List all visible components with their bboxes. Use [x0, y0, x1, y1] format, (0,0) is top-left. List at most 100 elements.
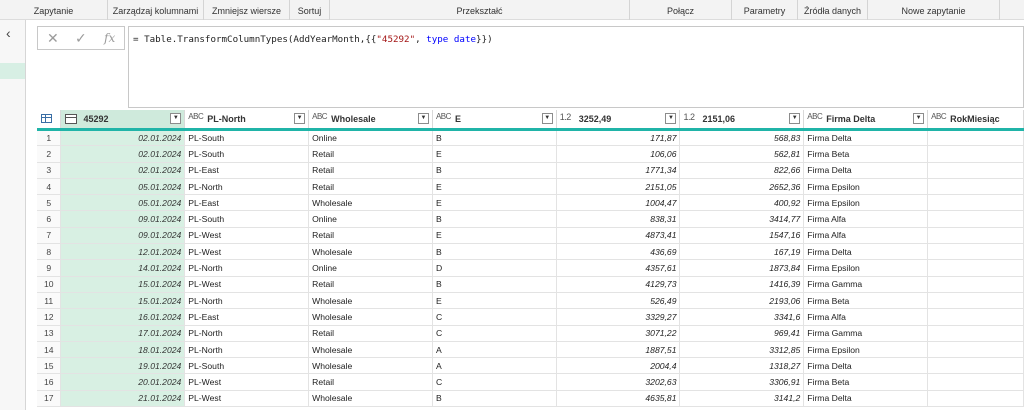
row-number[interactable]: 9: [37, 259, 62, 277]
cell-channel[interactable]: Online: [308, 129, 433, 147]
cell-value-a[interactable]: 4873,41: [556, 227, 681, 245]
cell-region[interactable]: PL-South: [184, 129, 310, 147]
cell-category[interactable]: C: [432, 325, 557, 342]
row-number[interactable]: 17: [37, 390, 62, 408]
text-type-icon[interactable]: ABC: [807, 112, 822, 121]
column-header-1[interactable]: ABC PL-North ▼: [184, 110, 310, 130]
cell-region[interactable]: PL-South: [184, 357, 310, 375]
column-header-0[interactable]: 45292 ▼: [60, 110, 186, 130]
cell-date[interactable]: 05.01.2024: [60, 194, 186, 212]
cell-value-a[interactable]: 3202,63: [556, 373, 681, 391]
fx-icon[interactable]: fx: [104, 30, 115, 46]
cell-year-month[interactable]: [927, 210, 1024, 228]
cell-category[interactable]: A: [432, 341, 557, 359]
cell-region[interactable]: PL-West: [184, 227, 310, 245]
cell-company[interactable]: Firma Epsilon: [803, 194, 929, 212]
cell-value-a[interactable]: 2004,4: [556, 357, 681, 375]
cell-date[interactable]: 12.01.2024: [60, 243, 186, 261]
x-icon[interactable]: ✕: [47, 30, 59, 46]
cell-year-month[interactable]: [927, 129, 1024, 147]
filter-dropdown-icon[interactable]: ▼: [294, 113, 306, 124]
cell-date[interactable]: 09.01.2024: [60, 227, 186, 245]
cell-value-a[interactable]: 106,06: [556, 145, 681, 163]
cell-company[interactable]: Firma Beta: [803, 145, 929, 163]
cell-value-b[interactable]: 969,41: [679, 325, 805, 342]
cell-date[interactable]: 17.01.2024: [60, 325, 186, 342]
cell-value-b[interactable]: 3306,91: [679, 373, 805, 391]
row-number[interactable]: 12: [37, 308, 62, 326]
selected-query-indicator[interactable]: [0, 63, 25, 79]
cell-category[interactable]: B: [432, 162, 557, 179]
cell-date[interactable]: 02.01.2024: [60, 129, 186, 147]
cell-category[interactable]: D: [432, 259, 557, 277]
cell-category[interactable]: E: [432, 145, 557, 163]
cell-region[interactable]: PL-South: [184, 210, 310, 228]
cell-channel[interactable]: Wholesale: [308, 308, 433, 326]
cell-category[interactable]: B: [432, 210, 557, 228]
row-number[interactable]: 13: [37, 325, 62, 342]
cell-category[interactable]: B: [432, 276, 557, 293]
cell-date[interactable]: 05.01.2024: [60, 178, 186, 196]
text-type-icon[interactable]: ABC: [312, 112, 327, 121]
row-number[interactable]: 2: [37, 145, 62, 163]
filter-dropdown-icon[interactable]: ▼: [541, 113, 553, 124]
cell-company[interactable]: Firma Beta: [803, 292, 929, 310]
cell-channel[interactable]: Online: [308, 259, 433, 277]
cell-value-a[interactable]: 1771,34: [556, 162, 681, 179]
cell-year-month[interactable]: [927, 178, 1024, 196]
cell-region[interactable]: PL-East: [184, 308, 310, 326]
cell-date[interactable]: 19.01.2024: [60, 357, 186, 375]
cell-value-b[interactable]: 3141,2: [679, 390, 805, 408]
cell-category[interactable]: C: [432, 308, 557, 326]
cell-value-b[interactable]: 568,83: [679, 129, 805, 147]
text-type-icon[interactable]: ABC: [188, 112, 203, 121]
cell-date[interactable]: 09.01.2024: [60, 210, 186, 228]
cell-year-month[interactable]: [927, 243, 1024, 261]
row-number[interactable]: 7: [37, 227, 62, 245]
cell-date[interactable]: 02.01.2024: [60, 162, 186, 179]
cell-company[interactable]: Firma Alfa: [803, 308, 929, 326]
cell-year-month[interactable]: [927, 390, 1024, 408]
cell-value-b[interactable]: 167,19: [679, 243, 805, 261]
cell-value-b[interactable]: 3414,77: [679, 210, 805, 228]
row-number[interactable]: 16: [37, 373, 62, 391]
cell-date[interactable]: 18.01.2024: [60, 341, 186, 359]
cell-channel[interactable]: Online: [308, 210, 433, 228]
cell-channel[interactable]: Wholesale: [308, 390, 433, 408]
column-header-7[interactable]: ABC RokMiesiąc: [927, 110, 1024, 130]
cell-value-a[interactable]: 838,31: [556, 210, 681, 228]
cell-channel[interactable]: Retail: [308, 373, 433, 391]
cell-date[interactable]: 16.01.2024: [60, 308, 186, 326]
cell-category[interactable]: E: [432, 292, 557, 310]
cell-value-b[interactable]: 1873,84: [679, 259, 805, 277]
formula-text[interactable]: = Table.TransformColumnTypes(AddYearMont…: [133, 34, 493, 45]
cell-region[interactable]: PL-West: [184, 243, 310, 261]
cell-date[interactable]: 15.01.2024: [60, 276, 186, 293]
cell-value-b[interactable]: 3312,85: [679, 341, 805, 359]
cell-year-month[interactable]: [927, 341, 1024, 359]
cell-company[interactable]: Firma Beta: [803, 373, 929, 391]
row-number[interactable]: 1: [37, 129, 62, 147]
row-number[interactable]: 6: [37, 210, 62, 228]
cell-year-month[interactable]: [927, 145, 1024, 163]
cell-channel[interactable]: Retail: [308, 325, 433, 342]
cell-year-month[interactable]: [927, 373, 1024, 391]
row-number[interactable]: 3: [37, 162, 62, 179]
text-type-icon[interactable]: ABC: [931, 112, 946, 121]
checkmark-icon[interactable]: ✓: [75, 30, 87, 46]
cell-value-a[interactable]: 4129,73: [556, 276, 681, 293]
cell-company[interactable]: Firma Gamma: [803, 325, 929, 342]
cell-channel[interactable]: Retail: [308, 178, 433, 196]
cell-value-b[interactable]: 1416,39: [679, 276, 805, 293]
cell-year-month[interactable]: [927, 259, 1024, 277]
cell-channel[interactable]: Retail: [308, 227, 433, 245]
cell-region[interactable]: PL-North: [184, 259, 310, 277]
cell-category[interactable]: E: [432, 194, 557, 212]
cell-region[interactable]: PL-South: [184, 145, 310, 163]
cell-category[interactable]: A: [432, 357, 557, 375]
row-number[interactable]: 8: [37, 243, 62, 261]
cell-value-b[interactable]: 1318,27: [679, 357, 805, 375]
row-number[interactable]: 11: [37, 292, 62, 310]
cell-value-a[interactable]: 526,49: [556, 292, 681, 310]
cell-year-month[interactable]: [927, 276, 1024, 293]
